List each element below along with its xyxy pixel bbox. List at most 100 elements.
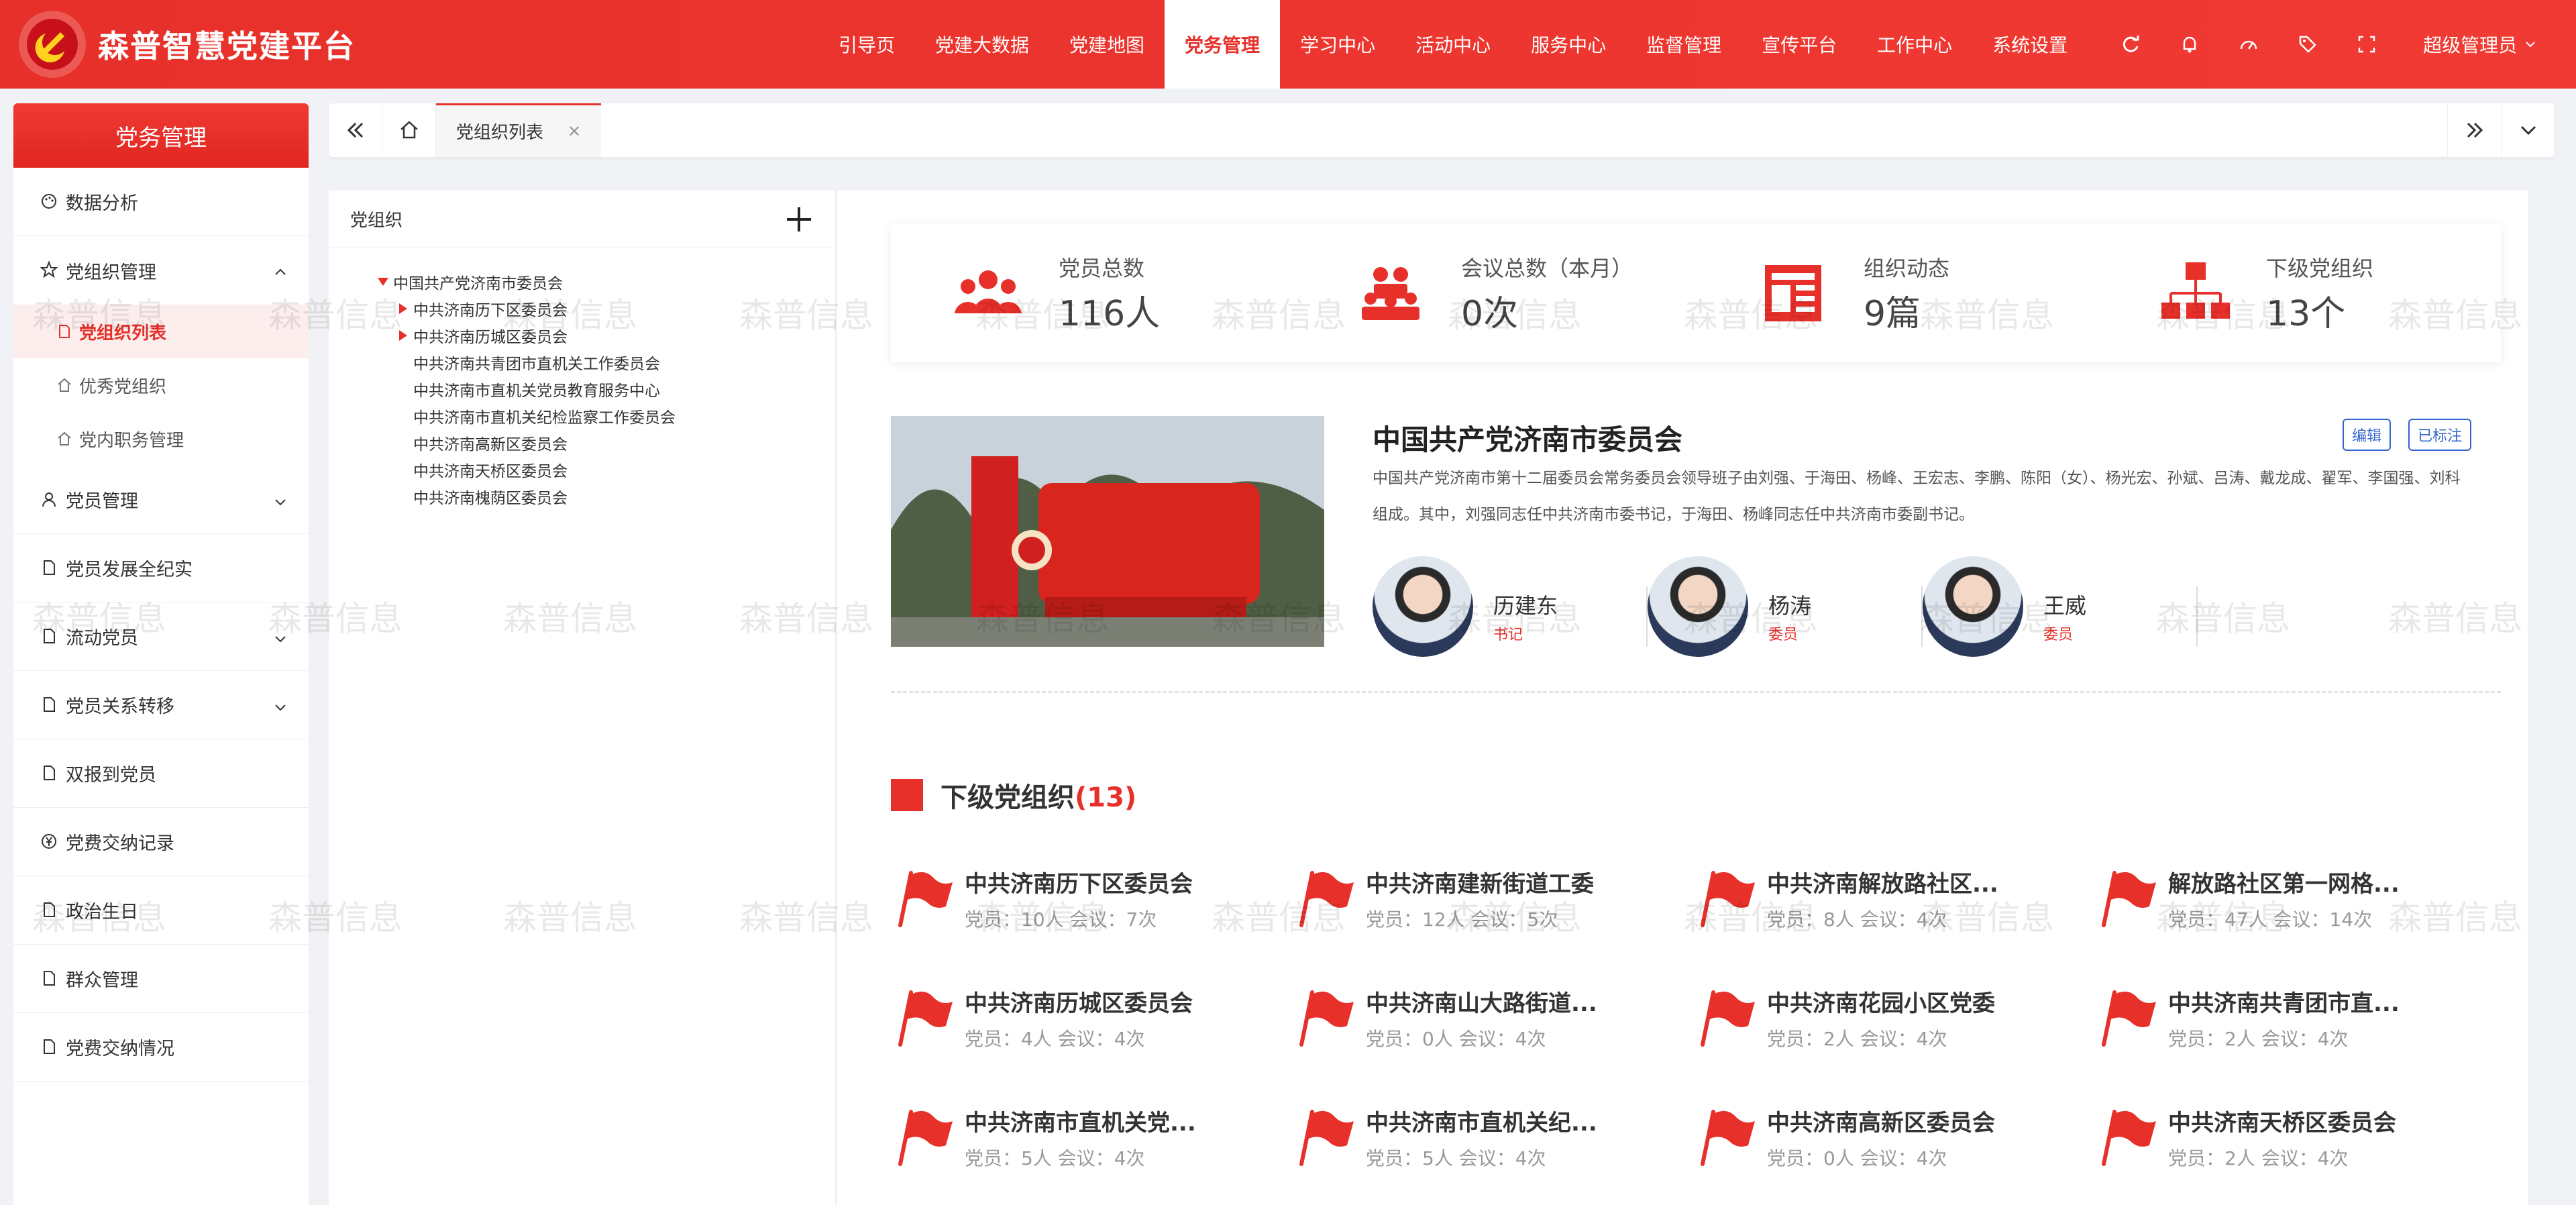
- sidebar-item[interactable]: 流动党员: [13, 602, 309, 671]
- tab-org-list[interactable]: 党组织列表 ✕: [436, 103, 602, 157]
- sidebar-item[interactable]: 群众管理: [13, 945, 309, 1013]
- divider: [891, 691, 2501, 693]
- tree-node[interactable]: 中共济南历下区委员会: [373, 295, 835, 322]
- sidebar-item[interactable]: 政治生日: [13, 876, 309, 945]
- dashboard-icon[interactable]: [2219, 0, 2278, 89]
- sub-org-card[interactable]: 中共济南历下区委员会党员：10人 会议：7次: [891, 861, 1292, 935]
- flag-icon: [891, 1105, 955, 1169]
- stat-item: 党员总数 116人: [891, 252, 1293, 335]
- flag-icon: [891, 986, 955, 1050]
- leader-card[interactable]: 杨涛 委员: [1648, 556, 1923, 657]
- caret-down-icon[interactable]: [373, 275, 393, 289]
- caret-right-icon[interactable]: [393, 329, 413, 342]
- sidebar-item[interactable]: 党员发展全纪实: [13, 534, 309, 602]
- sidebar-item[interactable]: 党费交纳记录: [13, 808, 309, 876]
- collapse-left-button[interactable]: [329, 103, 382, 157]
- sub-org-card[interactable]: 中共济南高新区委员会 党员：0人 会议：4次: [1693, 1100, 2094, 1174]
- nav-item[interactable]: 活动中心: [1395, 0, 1511, 89]
- doc-icon: [40, 901, 59, 920]
- nav-item[interactable]: 系统设置: [1972, 0, 2088, 89]
- sub-org-card[interactable]: 中共济南共青团市直... 党员：2人 会议：4次: [2094, 981, 2496, 1055]
- sub-org-name: 中共济南历下区委员会: [965, 870, 1193, 898]
- add-org-icon[interactable]: [784, 205, 814, 234]
- tab-menu-button[interactable]: [2501, 103, 2555, 157]
- sub-org-card[interactable]: 中共济南建新街道工委 党员：12人 会议：5次: [1292, 861, 1693, 935]
- sidebar-item[interactable]: 数据分析: [13, 168, 309, 236]
- chevron-down-icon: [2520, 125, 2536, 136]
- sidebar-subitem[interactable]: 党组织列表: [13, 305, 309, 358]
- bell-icon[interactable]: [2160, 0, 2219, 89]
- tag-icon[interactable]: [2278, 0, 2337, 89]
- sidebar-item-label: 流动党员: [66, 628, 138, 649]
- sub-org-card[interactable]: 中共济南历城区委员会 党员：4人 会议：4次: [891, 981, 1292, 1055]
- stat-label: 党员总数: [1059, 255, 1145, 281]
- sidebar-subitem[interactable]: 党内职务管理: [13, 412, 309, 466]
- tree-node[interactable]: 中共济南市直机关纪检监察工作委员会: [373, 403, 835, 429]
- sidebar-item[interactable]: 党员管理: [13, 466, 309, 534]
- sub-org-card[interactable]: 中共济南山大路街道... 党员：0人 会议：4次: [1292, 981, 1693, 1055]
- sidebar-item[interactable]: 党费交纳情况: [13, 1013, 309, 1082]
- sidebar-item[interactable]: 党组织管理: [13, 236, 309, 305]
- home-icon: [400, 121, 418, 139]
- nav-item[interactable]: 引导页: [818, 0, 915, 89]
- close-icon[interactable]: ✕: [568, 122, 581, 141]
- flag-icon: [2094, 866, 2159, 931]
- tree-node[interactable]: 中共济南槐荫区委员会: [373, 483, 835, 510]
- sub-org-name: 中共济南解放路社区...: [1767, 870, 1998, 898]
- org-description: 中国共产党济南市第十二届委员会常务委员会领导班子由刘强、于海田、杨峰、王宏志、李…: [1373, 470, 2461, 523]
- home-icon: [56, 377, 72, 393]
- tree-node[interactable]: 中共济南历城区委员会: [373, 322, 835, 349]
- sub-org-card[interactable]: 中共济南市直机关纪... 党员：5人 会议：4次: [1292, 1100, 1693, 1174]
- org-detail-panel: 党员总数 116人 会议总数（本月） 0次 组织动态 9篇 下级党组织 13个 中国共产党济南…: [837, 191, 2528, 1205]
- leader-role: 委员: [1768, 627, 1799, 643]
- sub-org-meta: 党员：47人 会议：14次: [2168, 908, 2373, 931]
- sub-org-card[interactable]: 中共济南花园小区党委 党员：2人 会议：4次: [1693, 981, 2094, 1055]
- sidebar: 党务管理 数据分析 党组织管理 党组织列表 优秀党组织 党内职务管理 党员管理 党员发展全纪…: [13, 103, 309, 1205]
- nav-item[interactable]: 工作中心: [1857, 0, 1972, 89]
- edit-button[interactable]: 编辑: [2342, 419, 2391, 451]
- sidebar-subitem[interactable]: 优秀党组织: [13, 358, 309, 412]
- org-photo: [891, 416, 1324, 647]
- flag-icon: [1693, 986, 1758, 1050]
- sidebar-item[interactable]: 双报到党员: [13, 739, 309, 808]
- caret-right-icon[interactable]: [393, 302, 413, 315]
- org-tree: 中国共产党济南市委员会 中共济南历下区委员会中共济南历城区委员会中共济南共青团市直…: [329, 248, 835, 510]
- sub-org-card[interactable]: 中共济南解放路社区... 党员：8人 会议：4次: [1693, 861, 2094, 935]
- nav-item[interactable]: 服务中心: [1511, 0, 1626, 89]
- tree-node[interactable]: 中共济南市直机关党员教育服务中心: [373, 376, 835, 403]
- sidebar-item[interactable]: 党员关系转移: [13, 671, 309, 739]
- marked-button[interactable]: 已标注: [2408, 419, 2471, 451]
- tree-node[interactable]: 中共济南共青团市直机关工作委员会: [373, 349, 835, 376]
- sub-org-card[interactable]: 中共济南市直机关党... 党员：5人 会议：4次: [891, 1100, 1292, 1174]
- fullscreen-icon[interactable]: [2337, 0, 2396, 89]
- org-name: 中国共产党济南市委员会: [1373, 423, 1683, 456]
- refresh-icon[interactable]: [2101, 0, 2160, 89]
- nav-item[interactable]: 党建大数据: [915, 0, 1049, 89]
- star-icon: [40, 261, 59, 280]
- tree-node[interactable]: 中国共产党济南市委员会: [373, 268, 835, 295]
- nav-item[interactable]: 学习中心: [1280, 0, 1395, 89]
- tree-node[interactable]: 中共济南天桥区委员会: [373, 456, 835, 483]
- leader-card[interactable]: 历建东 书记: [1373, 556, 1648, 657]
- user-menu[interactable]: 超级管理员: [2423, 31, 2537, 58]
- nav-item[interactable]: 党建地图: [1049, 0, 1165, 89]
- nav-item[interactable]: 监督管理: [1626, 0, 1741, 89]
- tree-node[interactable]: 中共济南高新区委员会: [373, 429, 835, 456]
- tree-node-label: 中共济南历城区委员会: [413, 329, 568, 346]
- sub-org-card[interactable]: 解放路社区第一网格... 党员：47人 会议：14次: [2094, 861, 2496, 935]
- stat-value: 0次: [1461, 293, 1519, 334]
- home-button[interactable]: [382, 103, 436, 157]
- scroll-right-button[interactable]: [2447, 103, 2501, 157]
- main-nav: 引导页 党建大数据 党建地图 党务管理 学习中心 活动中心 服务中心 监督管理 宣传平台 工作中心…: [818, 0, 2088, 89]
- sub-org-name: 中共济南建新街道工委: [1366, 870, 1594, 898]
- leader-role: 委员: [2043, 627, 2074, 643]
- nav-item[interactable]: 宣传平台: [1741, 0, 1857, 89]
- sub-org-meta: 党员：5人 会议：4次: [1366, 1147, 1546, 1169]
- sub-org-meta: 党员：10人 会议：7次: [965, 908, 1157, 931]
- sub-org-meta: 党员：2人 会议：4次: [2168, 1147, 2349, 1169]
- sidebar-item-label: 党员发展全纪实: [66, 560, 193, 580]
- nav-item[interactable]: 党务管理: [1165, 0, 1281, 89]
- sub-org-card[interactable]: 中共济南天桥区委员会 党员：2人 会议：4次: [2094, 1100, 2496, 1174]
- tab-bar: 党组织列表 ✕: [329, 103, 2555, 157]
- leader-card[interactable]: 王威 委员: [1923, 556, 2198, 657]
